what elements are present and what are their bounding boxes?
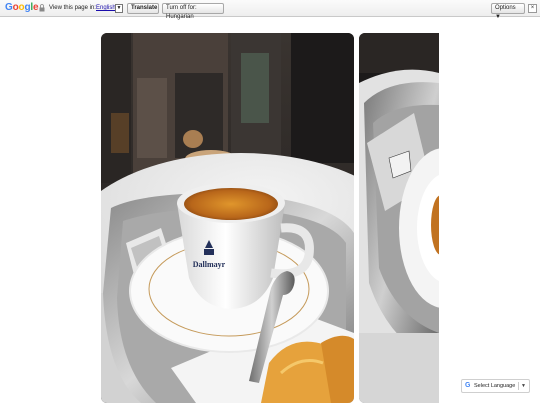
turn-off-translation-button[interactable]: Turn off for: Hungarian	[162, 3, 224, 20]
language-dropdown-arrow[interactable]: ▼	[115, 4, 123, 13]
target-language-link[interactable]: English	[96, 5, 116, 11]
translate-button[interactable]: Translate	[127, 3, 159, 14]
next-photo-image	[359, 33, 439, 403]
options-button[interactable]: Options ▼	[491, 3, 525, 20]
widget-divider	[518, 382, 519, 390]
google-logo: Google	[5, 2, 39, 13]
translate-lock-icon	[39, 4, 45, 12]
espresso-photo-image: Dallmayr	[101, 33, 354, 403]
select-language-label: Select Language	[474, 383, 516, 389]
close-icon[interactable]: ×	[528, 4, 537, 13]
view-page-label: View this page in:	[49, 5, 96, 11]
svg-text:Dallmayr: Dallmayr	[193, 260, 226, 269]
gallery-photo-espresso[interactable]: Dallmayr	[101, 33, 354, 403]
google-translate-bar: Google View this page in: English ▼ Tran…	[0, 0, 540, 20]
gallery-photo-next[interactable]	[359, 33, 439, 403]
select-language-widget[interactable]: G Select Language ▼	[461, 379, 530, 393]
google-g-icon: G	[465, 382, 471, 389]
chevron-down-icon[interactable]: ▼	[521, 380, 526, 392]
